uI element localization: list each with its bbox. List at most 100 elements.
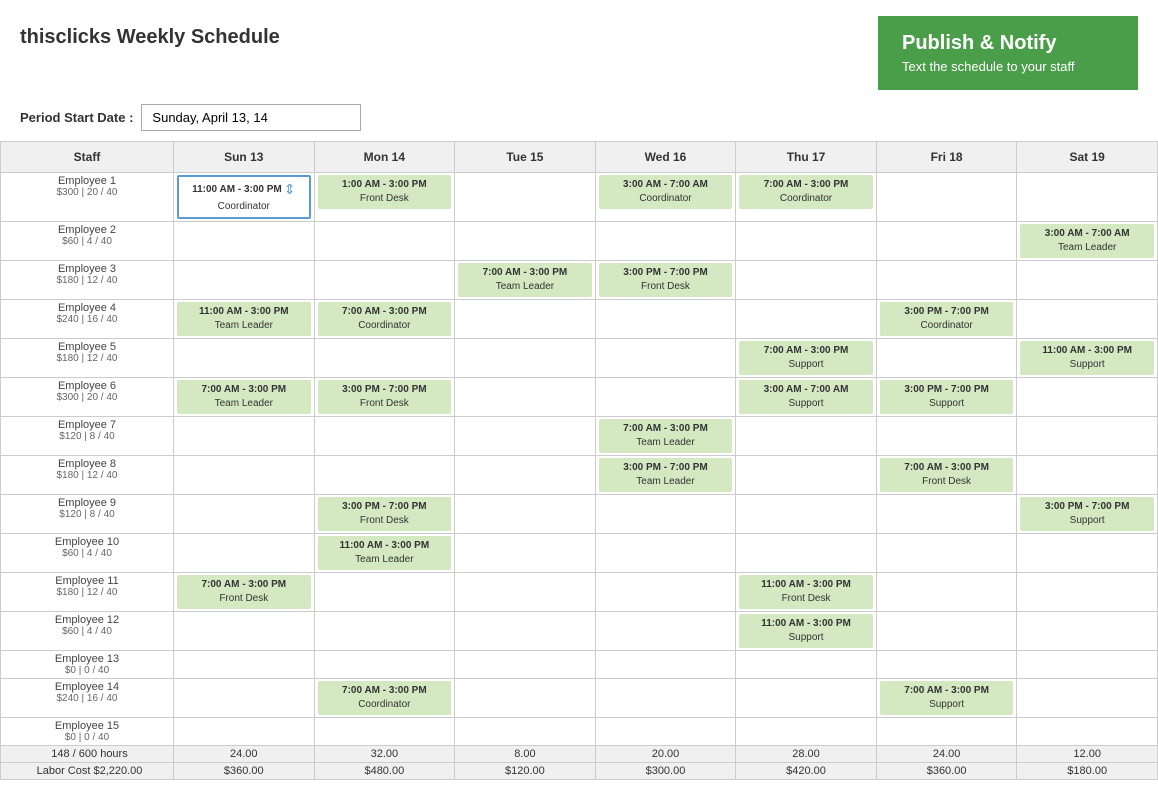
shift-fri-7[interactable] <box>876 416 1017 455</box>
shift-fri-2[interactable] <box>876 221 1017 260</box>
period-start-input[interactable] <box>141 104 361 131</box>
shift-wed-9[interactable] <box>595 494 736 533</box>
shift-sun-6[interactable]: 7:00 AM - 3:00 PM Team Leader <box>174 377 315 416</box>
shift-sat-2[interactable]: 3:00 AM - 7:00 AM Team Leader <box>1017 221 1158 260</box>
shift-mon-2[interactable] <box>314 221 455 260</box>
shift-sat-8[interactable] <box>1017 455 1158 494</box>
shift-wed-4[interactable] <box>595 299 736 338</box>
shift-sun-3[interactable] <box>174 260 315 299</box>
shift-thu-1[interactable]: 7:00 AM - 3:00 PM Coordinator <box>736 173 877 222</box>
shift-tue-3[interactable]: 7:00 AM - 3:00 PM Team Leader <box>455 260 596 299</box>
shift-mon-15[interactable] <box>314 717 455 745</box>
shift-sun-9[interactable] <box>174 494 315 533</box>
shift-thu-15[interactable] <box>736 717 877 745</box>
shift-sat-10[interactable] <box>1017 533 1158 572</box>
shift-tue-14[interactable] <box>455 678 596 717</box>
shift-tue-8[interactable] <box>455 455 596 494</box>
shift-tue-2[interactable] <box>455 221 596 260</box>
shift-sun-10[interactable] <box>174 533 315 572</box>
shift-sat-13[interactable] <box>1017 650 1158 678</box>
shift-wed-14[interactable] <box>595 678 736 717</box>
shift-sun-14[interactable] <box>174 678 315 717</box>
shift-mon-6[interactable]: 3:00 PM - 7:00 PM Front Desk <box>314 377 455 416</box>
shift-mon-1[interactable]: 1:00 AM - 3:00 PM Front Desk <box>314 173 455 222</box>
shift-thu-7[interactable] <box>736 416 877 455</box>
shift-sat-6[interactable] <box>1017 377 1158 416</box>
shift-fri-14[interactable]: 7:00 AM - 3:00 PM Support <box>876 678 1017 717</box>
shift-fri-5[interactable] <box>876 338 1017 377</box>
shift-wed-10[interactable] <box>595 533 736 572</box>
shift-tue-10[interactable] <box>455 533 596 572</box>
shift-sun-13[interactable] <box>174 650 315 678</box>
shift-fri-10[interactable] <box>876 533 1017 572</box>
shift-tue-11[interactable] <box>455 572 596 611</box>
shift-tue-12[interactable] <box>455 611 596 650</box>
shift-fri-15[interactable] <box>876 717 1017 745</box>
shift-fri-9[interactable] <box>876 494 1017 533</box>
shift-mon-3[interactable] <box>314 260 455 299</box>
shift-tue-9[interactable] <box>455 494 596 533</box>
shift-wed-3[interactable]: 3:00 PM - 7:00 PM Front Desk <box>595 260 736 299</box>
shift-mon-10[interactable]: 11:00 AM - 3:00 PM Team Leader <box>314 533 455 572</box>
shift-tue-1[interactable] <box>455 173 596 222</box>
shift-wed-12[interactable] <box>595 611 736 650</box>
shift-sat-1[interactable] <box>1017 173 1158 222</box>
shift-wed-1[interactable]: 3:00 AM - 7:00 AM Coordinator <box>595 173 736 222</box>
shift-sat-12[interactable] <box>1017 611 1158 650</box>
shift-sun-15[interactable] <box>174 717 315 745</box>
shift-fri-3[interactable] <box>876 260 1017 299</box>
shift-sat-9[interactable]: 3:00 PM - 7:00 PM Support <box>1017 494 1158 533</box>
shift-sat-3[interactable] <box>1017 260 1158 299</box>
shift-wed-15[interactable] <box>595 717 736 745</box>
shift-thu-12[interactable]: 11:00 AM - 3:00 PM Support <box>736 611 877 650</box>
shift-thu-11[interactable]: 11:00 AM - 3:00 PM Front Desk <box>736 572 877 611</box>
shift-wed-11[interactable] <box>595 572 736 611</box>
shift-fri-11[interactable] <box>876 572 1017 611</box>
shift-sun-5[interactable] <box>174 338 315 377</box>
shift-thu-14[interactable] <box>736 678 877 717</box>
shift-tue-4[interactable] <box>455 299 596 338</box>
shift-fri-1[interactable] <box>876 173 1017 222</box>
shift-thu-5[interactable]: 7:00 AM - 3:00 PM Support <box>736 338 877 377</box>
shift-mon-14[interactable]: 7:00 AM - 3:00 PM Coordinator <box>314 678 455 717</box>
shift-sun-4[interactable]: 11:00 AM - 3:00 PM Team Leader <box>174 299 315 338</box>
shift-thu-9[interactable] <box>736 494 877 533</box>
shift-mon-9[interactable]: 3:00 PM - 7:00 PM Front Desk <box>314 494 455 533</box>
shift-fri-12[interactable] <box>876 611 1017 650</box>
shift-sat-14[interactable] <box>1017 678 1158 717</box>
shift-mon-13[interactable] <box>314 650 455 678</box>
shift-sun-11[interactable]: 7:00 AM - 3:00 PM Front Desk <box>174 572 315 611</box>
shift-wed-13[interactable] <box>595 650 736 678</box>
shift-tue-6[interactable] <box>455 377 596 416</box>
shift-fri-6[interactable]: 3:00 PM - 7:00 PM Support <box>876 377 1017 416</box>
shift-fri-8[interactable]: 7:00 AM - 3:00 PM Front Desk <box>876 455 1017 494</box>
shift-thu-8[interactable] <box>736 455 877 494</box>
shift-wed-2[interactable] <box>595 221 736 260</box>
shift-tue-13[interactable] <box>455 650 596 678</box>
shift-mon-4[interactable]: 7:00 AM - 3:00 PM Coordinator <box>314 299 455 338</box>
shift-sun-7[interactable] <box>174 416 315 455</box>
shift-wed-8[interactable]: 3:00 PM - 7:00 PM Team Leader <box>595 455 736 494</box>
shift-tue-7[interactable] <box>455 416 596 455</box>
shift-mon-7[interactable] <box>314 416 455 455</box>
shift-thu-3[interactable] <box>736 260 877 299</box>
shift-sun-8[interactable] <box>174 455 315 494</box>
shift-mon-5[interactable] <box>314 338 455 377</box>
shift-sat-4[interactable] <box>1017 299 1158 338</box>
shift-mon-8[interactable] <box>314 455 455 494</box>
shift-wed-5[interactable] <box>595 338 736 377</box>
shift-fri-13[interactable] <box>876 650 1017 678</box>
shift-sat-11[interactable] <box>1017 572 1158 611</box>
shift-mon-12[interactable] <box>314 611 455 650</box>
shift-tue-5[interactable] <box>455 338 596 377</box>
shift-sat-5[interactable]: 11:00 AM - 3:00 PM Support <box>1017 338 1158 377</box>
shift-sun-1[interactable]: 11:00 AM - 3:00 PM ⇕ Coordinator <box>174 173 315 222</box>
publish-notify-button[interactable]: Publish & Notify Text the schedule to yo… <box>878 16 1138 90</box>
shift-wed-6[interactable] <box>595 377 736 416</box>
dropdown-icon[interactable]: ⇕ <box>284 180 296 200</box>
shift-sun-2[interactable] <box>174 221 315 260</box>
shift-sat-15[interactable] <box>1017 717 1158 745</box>
shift-thu-4[interactable] <box>736 299 877 338</box>
shift-thu-10[interactable] <box>736 533 877 572</box>
shift-thu-6[interactable]: 3:00 AM - 7:00 AM Support <box>736 377 877 416</box>
